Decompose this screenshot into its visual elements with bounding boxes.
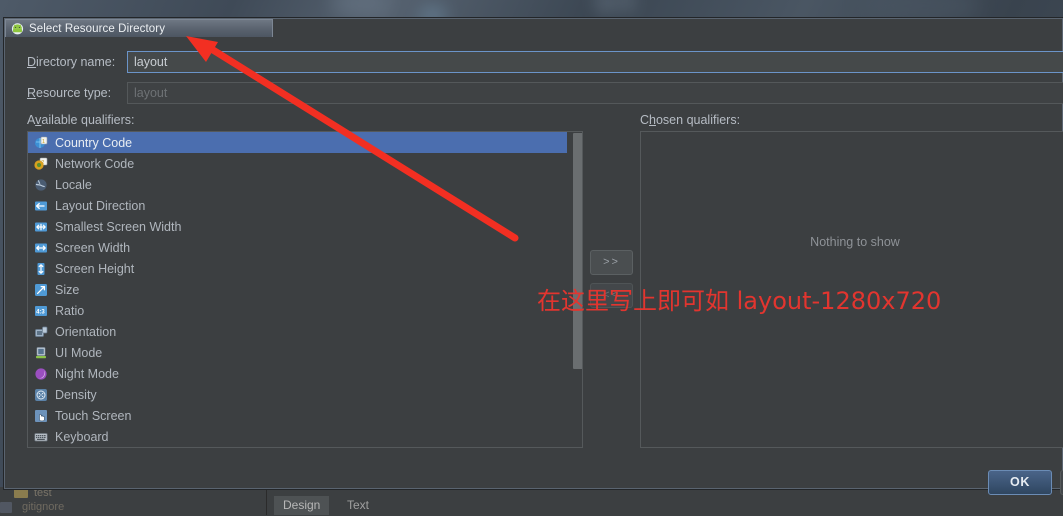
qualifier-label: Country Code [55, 135, 133, 150]
qualifier-row[interactable]: Smallest Screen Width [28, 216, 567, 237]
available-qualifiers-label: Available qualifiers: [27, 113, 135, 127]
directory-name-label: Directory name: [27, 55, 116, 69]
qualifier-label: Screen Width [55, 240, 131, 255]
qualifier-row[interactable]: Locale [28, 174, 567, 195]
qualifier-label: Night Mode [55, 366, 119, 381]
qualifier-label: Locale [55, 177, 92, 192]
qualifier-row[interactable]: 4:3 Ratio [28, 300, 567, 321]
editor-tab-bar [266, 487, 1063, 515]
tab-text[interactable]: Text [338, 496, 378, 515]
qualifier-row[interactable]: Layout Direction [28, 195, 567, 216]
dialog-title: Select Resource Directory [29, 22, 166, 35]
add-qualifier-button[interactable]: >> [590, 250, 633, 275]
network-code-icon: 2 [34, 157, 48, 171]
available-qualifiers-rows: 1 Country Code 2 Network Code Locale Layout D… [28, 132, 567, 447]
qualifier-row[interactable]: 1 Country Code [28, 132, 567, 153]
smallest-screen-width-icon [34, 220, 48, 234]
qualifier-row[interactable]: Size [28, 279, 567, 300]
qualifier-row[interactable]: Touch Screen [28, 405, 567, 426]
project-tree-icon [14, 489, 28, 498]
qualifier-label: Size [55, 282, 80, 297]
available-qualifiers-list[interactable]: 1 Country Code 2 Network Code Locale Layout D… [27, 131, 583, 448]
qualifier-row[interactable]: Screen Height [28, 258, 567, 279]
orientation-icon [34, 325, 48, 339]
chosen-qualifiers-label: Chosen qualifiers: [640, 113, 741, 127]
android-robot-icon [11, 22, 24, 35]
ratio-icon: 4:3 [34, 304, 48, 318]
size-icon [34, 283, 48, 297]
available-list-scrollbar-thumb[interactable] [573, 133, 582, 369]
qualifier-row[interactable]: Orientation [28, 321, 567, 342]
background-blur-shape [620, 0, 632, 12]
country-code-icon: 1 [34, 136, 48, 150]
qualifier-row[interactable]: 2 Network Code [28, 153, 567, 174]
qualifier-label: Touch Screen [55, 408, 132, 423]
touch-screen-icon [34, 409, 48, 423]
directory-name-input[interactable]: layout [127, 51, 1063, 73]
svg-text:1: 1 [42, 139, 45, 145]
keyboard-icon [34, 430, 48, 444]
project-tree-icon [0, 502, 12, 513]
qualifier-row[interactable]: Density [28, 384, 567, 405]
project-tree-item[interactable]: gitignore [22, 501, 64, 513]
qualifier-label: Smallest Screen Width [55, 219, 182, 234]
qualifier-label: Screen Height [55, 261, 135, 276]
screen-width-icon [34, 241, 48, 255]
locale-globe-icon [34, 178, 48, 192]
resource-type-input: layout [127, 82, 1063, 104]
qualifier-label: UI Mode [55, 345, 103, 360]
qualifier-row[interactable]: Screen Width [28, 237, 567, 258]
layout-direction-icon [34, 199, 48, 213]
qualifier-row[interactable]: UI Mode [28, 342, 567, 363]
qualifier-label: Keyboard [55, 429, 109, 444]
qualifier-label: Ratio [55, 303, 85, 318]
background-blur-shape [598, 0, 612, 14]
ok-button[interactable]: OK [988, 470, 1052, 495]
chosen-empty-message: Nothing to show [810, 235, 900, 249]
qualifier-label: Layout Direction [55, 198, 146, 213]
background-blur-shape [330, 0, 390, 18]
qualifier-label: Orientation [55, 324, 117, 339]
screen-height-icon [34, 262, 48, 276]
qualifier-row[interactable]: Night Mode [28, 363, 567, 384]
tab-design[interactable]: Design [274, 496, 330, 515]
resource-type-label: Resource type: [27, 86, 112, 100]
svg-text:4:3: 4:3 [36, 309, 45, 315]
density-icon [34, 388, 48, 402]
resource-type-label-rest: esource type: [36, 86, 112, 100]
qualifier-row[interactable]: Keyboard [28, 426, 567, 447]
qualifier-label: Network Code [55, 156, 135, 171]
night-mode-icon [34, 367, 48, 381]
ui-mode-icon [34, 346, 48, 360]
dialog-title-bar[interactable]: Select Resource Directory [5, 19, 273, 37]
annotation-text: 在这里写上即可如 layout-1280x720 [537, 287, 942, 315]
directory-name-label-rest: irectory name: [36, 55, 116, 69]
select-resource-directory-dialog: Select Resource Directory Directory name… [4, 18, 1063, 495]
qualifier-label: Density [55, 387, 97, 402]
